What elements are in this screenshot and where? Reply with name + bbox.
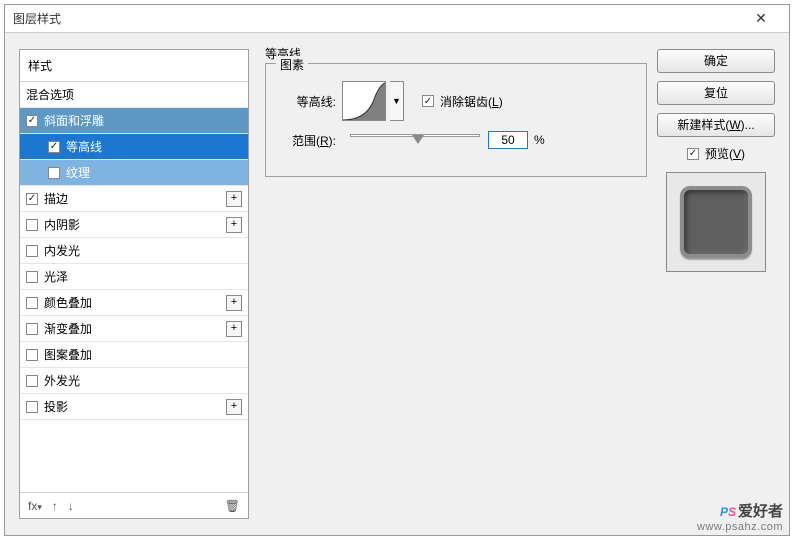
- preview-row: 预览(V): [657, 145, 775, 162]
- content-area: 图素 等高线: ▼ 消除锯齿(L) 范围(R):: [265, 47, 647, 519]
- label: 外发光: [44, 372, 80, 389]
- preview-box: [666, 172, 766, 272]
- checkbox[interactable]: [26, 193, 38, 205]
- fx-menu[interactable]: fx▾: [28, 499, 42, 513]
- label: 渐变叠加: [44, 320, 92, 337]
- arrow-up-icon[interactable]: ↑: [52, 499, 58, 513]
- dialog-body: 样式 混合选项 斜面和浮雕 等高线 纹理 描边 + 内阴影 + 内发光 光泽 颜色叠…: [5, 33, 789, 535]
- label: 描边: [44, 190, 68, 207]
- add-icon[interactable]: +: [226, 217, 242, 233]
- slider-thumb[interactable]: [412, 135, 424, 144]
- row-texture[interactable]: 纹理: [20, 160, 248, 186]
- checkbox[interactable]: [48, 167, 60, 179]
- chevron-down-icon: ▼: [392, 96, 401, 106]
- add-icon[interactable]: +: [226, 295, 242, 311]
- checkbox[interactable]: [26, 323, 38, 335]
- cancel-button[interactable]: 复位: [657, 81, 775, 105]
- label: 图案叠加: [44, 346, 92, 363]
- label: 混合选项: [26, 86, 74, 103]
- checkbox[interactable]: [26, 349, 38, 361]
- checkbox[interactable]: [26, 401, 38, 413]
- range-label: 范围(R):: [282, 132, 342, 149]
- add-icon[interactable]: +: [226, 399, 242, 415]
- range-row: 范围(R): 50 %: [282, 124, 630, 156]
- arrow-down-icon[interactable]: ↓: [68, 499, 74, 513]
- label: 等高线: [66, 138, 102, 155]
- contour-row: 等高线: ▼ 消除锯齿(L): [282, 78, 630, 124]
- checkbox[interactable]: [26, 271, 38, 283]
- contour-label: 等高线:: [282, 93, 342, 110]
- label: 内发光: [44, 242, 80, 259]
- row-bevel-emboss[interactable]: 斜面和浮雕: [20, 108, 248, 134]
- range-slider[interactable]: [350, 131, 480, 149]
- row-inner-shadow[interactable]: 内阴影 +: [20, 212, 248, 238]
- styles-header[interactable]: 样式: [20, 50, 248, 82]
- styles-list: 混合选项 斜面和浮雕 等高线 纹理 描边+ 内阴影+ 内发光 光泽 颜色叠加+ …: [20, 82, 248, 492]
- layer-style-dialog: 图层样式 ✕ 样式 混合选项 斜面和浮雕 等高线 纹理 描边 + 内阴影 + 内发光…: [4, 4, 790, 536]
- row-satin[interactable]: 光泽: [20, 264, 248, 290]
- preview-swatch: [680, 186, 752, 258]
- sidebar: 确定 复位 新建样式(W)... 预览(V): [657, 49, 775, 272]
- checkbox[interactable]: [26, 375, 38, 387]
- checkbox[interactable]: [26, 297, 38, 309]
- trash-icon[interactable]: 🗑: [225, 499, 240, 513]
- close-button[interactable]: ✕: [741, 10, 781, 27]
- preview-label: 预览(V): [705, 145, 745, 162]
- percent-label: %: [534, 133, 545, 147]
- row-blend-options[interactable]: 混合选项: [20, 82, 248, 108]
- row-gradient-overlay[interactable]: 渐变叠加 +: [20, 316, 248, 342]
- preview-checkbox[interactable]: [687, 148, 699, 160]
- dialog-title: 图层样式: [13, 10, 741, 27]
- checkbox[interactable]: [26, 245, 38, 257]
- row-inner-glow[interactable]: 内发光: [20, 238, 248, 264]
- add-icon[interactable]: +: [226, 191, 242, 207]
- ok-button[interactable]: 确定: [657, 49, 775, 73]
- styles-footer: fx▾ ↑ ↓ 🗑: [20, 492, 248, 518]
- label: 内阴影: [44, 216, 80, 233]
- fieldset-legend: 图素: [276, 56, 308, 73]
- label: 光泽: [44, 268, 68, 285]
- label: 颜色叠加: [44, 294, 92, 311]
- row-drop-shadow[interactable]: 投影 +: [20, 394, 248, 420]
- row-pattern-overlay[interactable]: 图案叠加: [20, 342, 248, 368]
- label: 投影: [44, 398, 68, 415]
- contour-dropdown[interactable]: ▼: [390, 81, 404, 121]
- checkbox[interactable]: [48, 141, 60, 153]
- label: 斜面和浮雕: [44, 112, 104, 129]
- antialias-checkbox[interactable]: [422, 95, 434, 107]
- label: 纹理: [66, 164, 90, 181]
- add-icon[interactable]: +: [226, 321, 242, 337]
- checkbox[interactable]: [26, 115, 38, 127]
- row-color-overlay[interactable]: 颜色叠加 +: [20, 290, 248, 316]
- contour-thumbnail[interactable]: [342, 81, 386, 121]
- antialias-label: 消除锯齿(L): [440, 93, 503, 110]
- row-contour[interactable]: 等高线: [20, 134, 248, 160]
- range-input[interactable]: 50: [488, 131, 528, 149]
- new-style-button[interactable]: 新建样式(W)...: [657, 113, 775, 137]
- checkbox[interactable]: [26, 219, 38, 231]
- titlebar: 图层样式 ✕: [5, 5, 789, 33]
- styles-panel: 样式 混合选项 斜面和浮雕 等高线 纹理 描边 + 内阴影 + 内发光 光泽 颜色叠…: [19, 49, 249, 519]
- row-stroke[interactable]: 描边 +: [20, 186, 248, 212]
- row-outer-glow[interactable]: 外发光: [20, 368, 248, 394]
- elements-fieldset: 图素 等高线: ▼ 消除锯齿(L) 范围(R):: [265, 63, 647, 177]
- watermark: PS爱好者 www.psahz.com: [697, 500, 783, 533]
